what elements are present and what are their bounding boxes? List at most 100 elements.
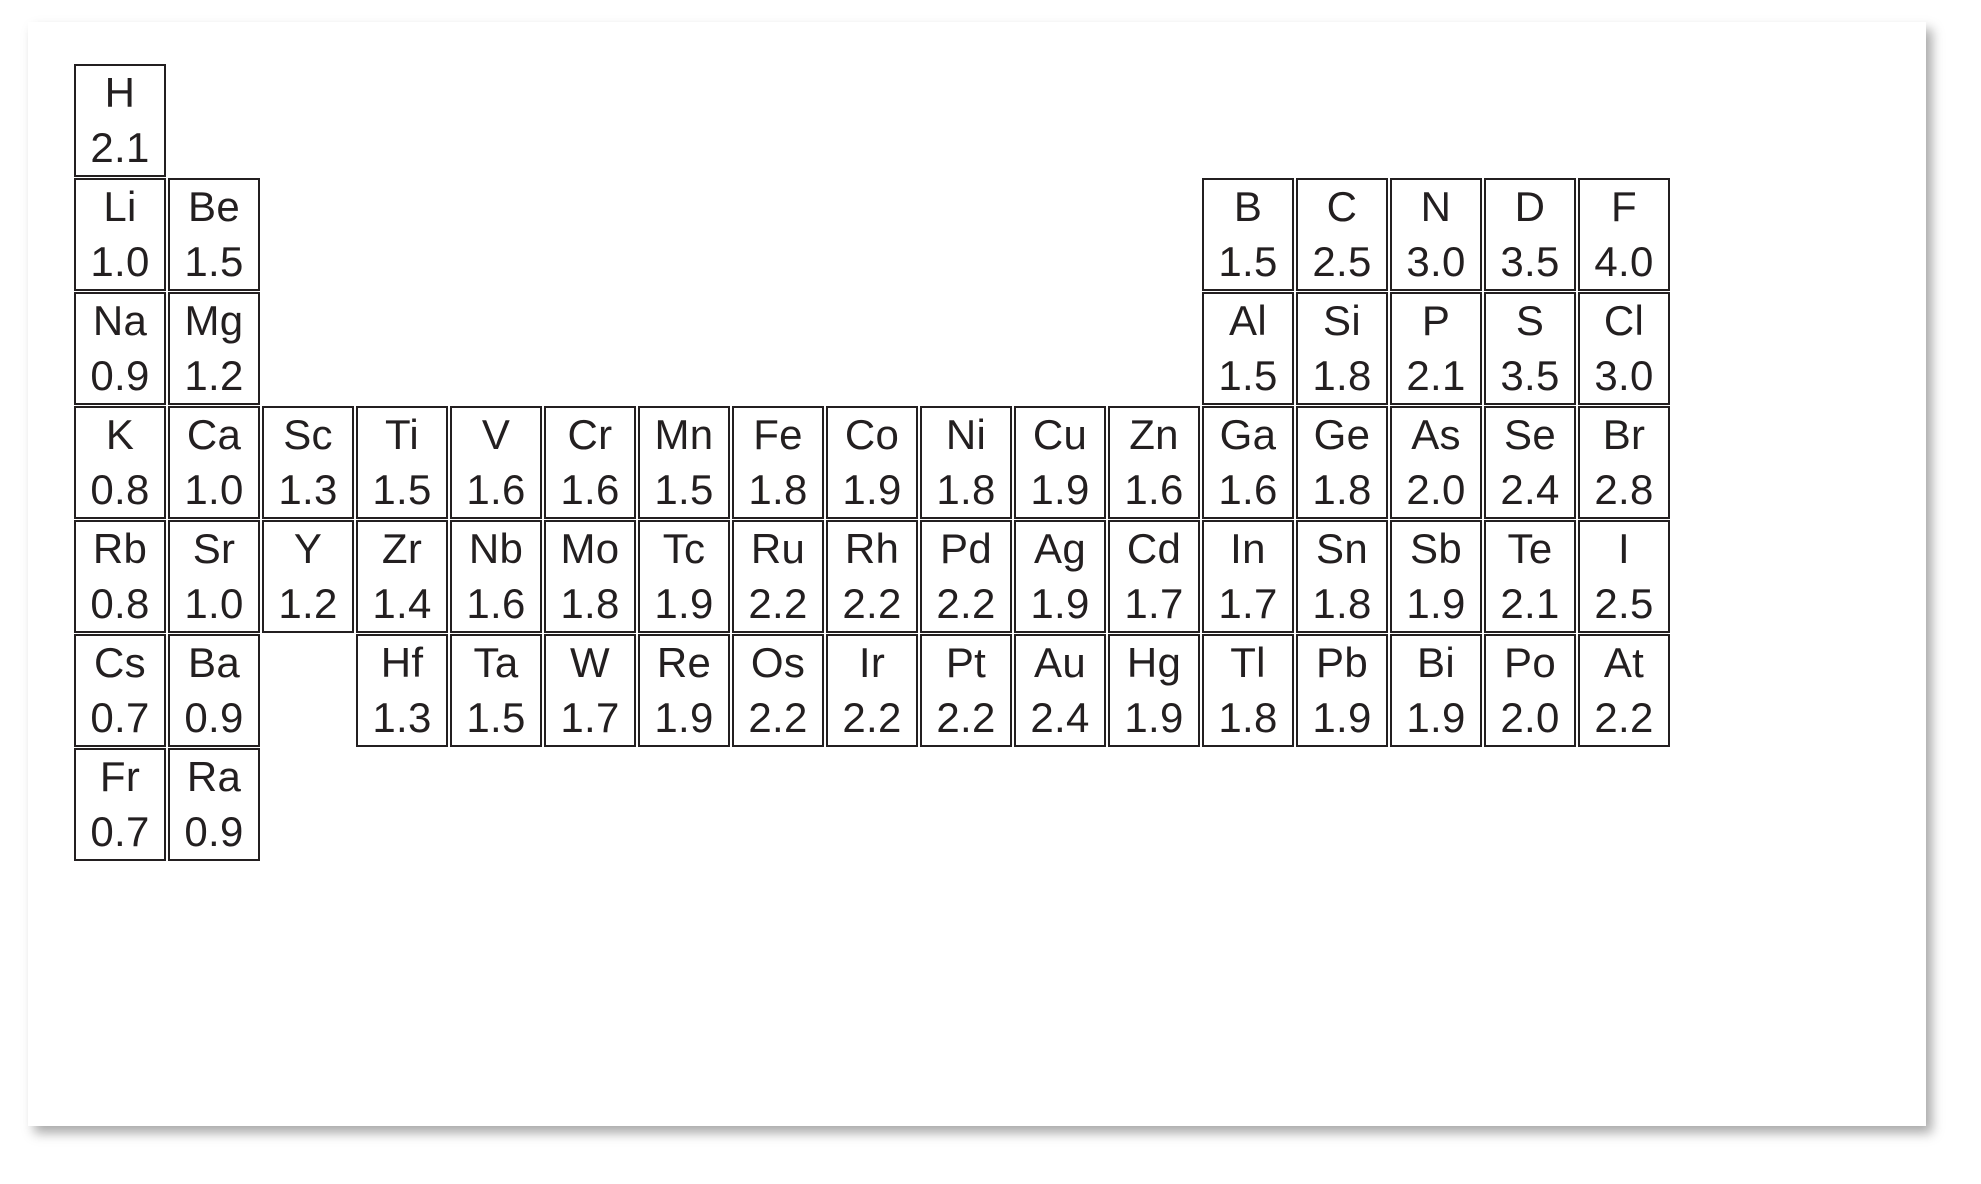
element-cell-zr[interactable]: Zr 1.4 — [356, 520, 448, 633]
element-cell-fe[interactable]: Fe 1.8 — [732, 406, 824, 519]
element-electronegativity-value: 0.7 — [90, 694, 150, 741]
empty-grid-slot — [1672, 292, 1764, 405]
element-cell-sr[interactable]: Sr 1.0 — [168, 520, 260, 633]
element-cell-na[interactable]: Na 0.9 — [74, 292, 166, 405]
element-cell-tc[interactable]: Tc 1.9 — [638, 520, 730, 633]
element-cell-os[interactable]: Os 2.2 — [732, 634, 824, 747]
element-electronegativity-value: 1.9 — [1312, 694, 1372, 741]
element-cell-ge[interactable]: Ge 1.8 — [1296, 406, 1388, 519]
element-cell-ba[interactable]: Ba 0.9 — [168, 634, 260, 747]
element-cell-as[interactable]: As 2.0 — [1390, 406, 1482, 519]
element-cell-li[interactable]: Li 1.0 — [74, 178, 166, 291]
element-cell-n[interactable]: N 3.0 — [1390, 178, 1482, 291]
element-cell-sn[interactable]: Sn 1.8 — [1296, 520, 1388, 633]
element-cell-i[interactable]: I 2.5 — [1578, 520, 1670, 633]
element-cell-d[interactable]: D 3.5 — [1484, 178, 1576, 291]
element-symbol: Ta — [473, 639, 519, 686]
element-cell-mg[interactable]: Mg 1.2 — [168, 292, 260, 405]
empty-grid-slot — [1672, 520, 1764, 633]
element-cell-br[interactable]: Br 2.8 — [1578, 406, 1670, 519]
empty-grid-slot — [544, 178, 636, 291]
element-cell-ti[interactable]: Ti 1.5 — [356, 406, 448, 519]
element-cell-pt[interactable]: Pt 2.2 — [920, 634, 1012, 747]
element-cell-at[interactable]: At 2.2 — [1578, 634, 1670, 747]
element-cell-po[interactable]: Po 2.0 — [1484, 634, 1576, 747]
element-cell-au[interactable]: Au 2.4 — [1014, 634, 1106, 747]
empty-grid-slot — [262, 634, 354, 747]
empty-grid-slot — [826, 748, 918, 861]
element-symbol: Fe — [753, 411, 803, 458]
element-cell-tl[interactable]: Tl 1.8 — [1202, 634, 1294, 747]
element-cell-hf[interactable]: Hf 1.3 — [356, 634, 448, 747]
element-cell-sb[interactable]: Sb 1.9 — [1390, 520, 1482, 633]
element-cell-cs[interactable]: Cs 0.7 — [74, 634, 166, 747]
element-cell-ni[interactable]: Ni 1.8 — [920, 406, 1012, 519]
element-cell-f[interactable]: F 4.0 — [1578, 178, 1670, 291]
element-electronegativity-value: 1.2 — [184, 352, 244, 399]
element-cell-v[interactable]: V 1.6 — [450, 406, 542, 519]
element-cell-pd[interactable]: Pd 2.2 — [920, 520, 1012, 633]
element-symbol: Re — [656, 639, 712, 686]
element-cell-te[interactable]: Te 2.1 — [1484, 520, 1576, 633]
element-cell-se[interactable]: Se 2.4 — [1484, 406, 1576, 519]
element-cell-ag[interactable]: Ag 1.9 — [1014, 520, 1106, 633]
element-cell-sc[interactable]: Sc 1.3 — [262, 406, 354, 519]
empty-grid-slot — [1578, 748, 1670, 861]
element-cell-s[interactable]: S 3.5 — [1484, 292, 1576, 405]
empty-grid-slot — [544, 64, 636, 177]
empty-grid-slot — [450, 64, 542, 177]
element-symbol: Ge — [1313, 411, 1371, 458]
element-cell-al[interactable]: Al 1.5 — [1202, 292, 1294, 405]
element-cell-rh[interactable]: Rh 2.2 — [826, 520, 918, 633]
element-cell-rb[interactable]: Rb 0.8 — [74, 520, 166, 633]
element-cell-y[interactable]: Y 1.2 — [262, 520, 354, 633]
element-cell-mn[interactable]: Mn 1.5 — [638, 406, 730, 519]
element-symbol: Tc — [662, 525, 706, 572]
empty-grid-slot — [356, 292, 448, 405]
element-cell-in[interactable]: In 1.7 — [1202, 520, 1294, 633]
element-electronegativity-value: 2.2 — [842, 694, 902, 741]
element-cell-co[interactable]: Co 1.9 — [826, 406, 918, 519]
element-cell-be[interactable]: Be 1.5 — [168, 178, 260, 291]
element-cell-ir[interactable]: Ir 2.2 — [826, 634, 918, 747]
element-cell-hg[interactable]: Hg 1.9 — [1108, 634, 1200, 747]
element-cell-c[interactable]: C 2.5 — [1296, 178, 1388, 291]
element-symbol: Cl — [1603, 297, 1645, 344]
element-electronegativity-value: 1.0 — [90, 238, 150, 285]
element-cell-k[interactable]: K 0.8 — [74, 406, 166, 519]
element-cell-nb[interactable]: Nb 1.6 — [450, 520, 542, 633]
element-cell-w[interactable]: W 1.7 — [544, 634, 636, 747]
element-cell-bi[interactable]: Bi 1.9 — [1390, 634, 1482, 747]
element-electronegativity-value: 1.8 — [748, 466, 808, 513]
element-cell-cd[interactable]: Cd 1.7 — [1108, 520, 1200, 633]
element-cell-zn[interactable]: Zn 1.6 — [1108, 406, 1200, 519]
element-symbol: Ga — [1219, 411, 1277, 458]
element-electronegativity-value: 1.5 — [466, 694, 526, 741]
element-cell-h[interactable]: H 2.1 — [74, 64, 166, 177]
periodic-table-figure-card: H 2.1 Li 1.0 Be 1.5 B 1.5 C 2.5 N 3.0 D 3.5 F 4.0 Na 0.9 M… — [28, 22, 1926, 1126]
element-symbol: Ti — [384, 411, 420, 458]
element-cell-ca[interactable]: Ca 1.0 — [168, 406, 260, 519]
element-cell-pb[interactable]: Pb 1.9 — [1296, 634, 1388, 747]
element-cell-b[interactable]: B 1.5 — [1202, 178, 1294, 291]
empty-grid-slot — [1672, 634, 1764, 747]
element-cell-fr[interactable]: Fr 0.7 — [74, 748, 166, 861]
empty-grid-slot — [920, 64, 1012, 177]
element-cell-ga[interactable]: Ga 1.6 — [1202, 406, 1294, 519]
element-cell-ta[interactable]: Ta 1.5 — [450, 634, 542, 747]
element-cell-ra[interactable]: Ra 0.9 — [168, 748, 260, 861]
element-symbol: W — [570, 639, 610, 686]
element-symbol: Nb — [468, 525, 524, 572]
element-cell-mo[interactable]: Mo 1.8 — [544, 520, 636, 633]
empty-grid-slot — [1014, 178, 1106, 291]
element-cell-ru[interactable]: Ru 2.2 — [732, 520, 824, 633]
element-electronegativity-value: 2.0 — [1406, 466, 1466, 513]
empty-grid-slot — [262, 292, 354, 405]
element-cell-p[interactable]: P 2.1 — [1390, 292, 1482, 405]
element-cell-si[interactable]: Si 1.8 — [1296, 292, 1388, 405]
element-cell-cl[interactable]: Cl 3.0 — [1578, 292, 1670, 405]
element-cell-re[interactable]: Re 1.9 — [638, 634, 730, 747]
element-cell-cr[interactable]: Cr 1.6 — [544, 406, 636, 519]
element-symbol: Zn — [1129, 411, 1179, 458]
element-cell-cu[interactable]: Cu 1.9 — [1014, 406, 1106, 519]
